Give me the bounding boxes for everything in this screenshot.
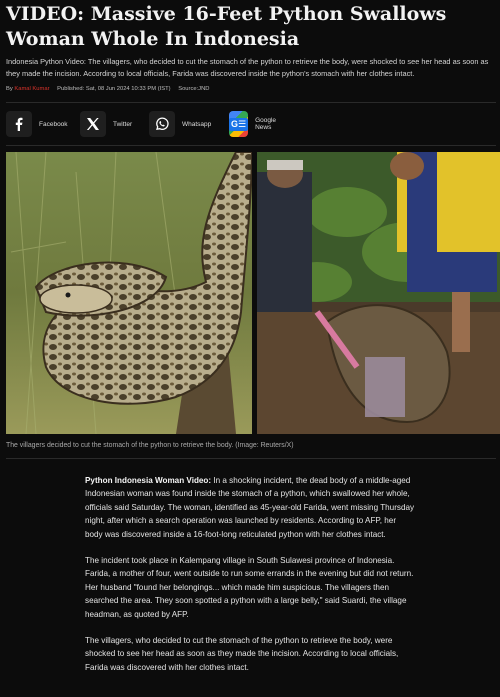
article-byline: By Kamal Kumar Published: Sat, 08 Jun 20… <box>6 86 209 92</box>
paragraph-2: The incident took place in Kalempang vil… <box>85 556 414 619</box>
divider <box>6 458 496 459</box>
share-facebook-button[interactable]: Facebook <box>6 110 68 138</box>
published-date: Published: Sat, 08 Jun 2024 10:33 PM (IS… <box>57 86 171 92</box>
whatsapp-label[interactable]: Whatsapp <box>182 121 211 128</box>
facebook-label[interactable]: Facebook <box>39 121 68 128</box>
image-caption: The villagers decided to cut the stomach… <box>6 442 294 449</box>
article-headline: VIDEO: Massive 16-Feet Python Swallows W… <box>6 3 447 50</box>
article-summary: Indonesia Python Video: The villagers, w… <box>6 57 489 78</box>
paragraph-lead: Python Indonesia Woman Video: <box>85 476 212 485</box>
byline-prefix: By <box>6 86 13 92</box>
share-google-news-button[interactable]: G☰ Google News <box>229 110 283 138</box>
twitter-label[interactable]: Twitter <box>113 121 132 128</box>
paragraph-text: In a shocking incident, the dead body of… <box>85 476 415 539</box>
facebook-icon[interactable] <box>6 111 32 137</box>
whatsapp-icon[interactable] <box>149 111 175 137</box>
divider <box>6 145 496 146</box>
google-news-icon[interactable]: G☰ <box>229 111 249 137</box>
paragraph-1: Python Indonesia Woman Video: In a shock… <box>85 474 415 541</box>
paragraph-3: The villagers, who decided to cut the st… <box>85 636 399 672</box>
villagers-photo <box>257 152 500 434</box>
google-news-label[interactable]: Google News <box>255 117 283 131</box>
x-twitter-icon[interactable] <box>80 111 106 137</box>
article-body: Python Indonesia Woman Video: In a shock… <box>85 474 415 687</box>
google-news-badge: G☰ <box>229 117 249 131</box>
python-photo <box>6 152 252 434</box>
article-source: Source:JND <box>178 86 210 92</box>
share-whatsapp-button[interactable]: Whatsapp <box>149 110 211 138</box>
author-link[interactable]: Kamal Kumar <box>14 86 49 92</box>
divider <box>6 102 496 103</box>
share-twitter-button[interactable]: Twitter <box>80 110 132 138</box>
